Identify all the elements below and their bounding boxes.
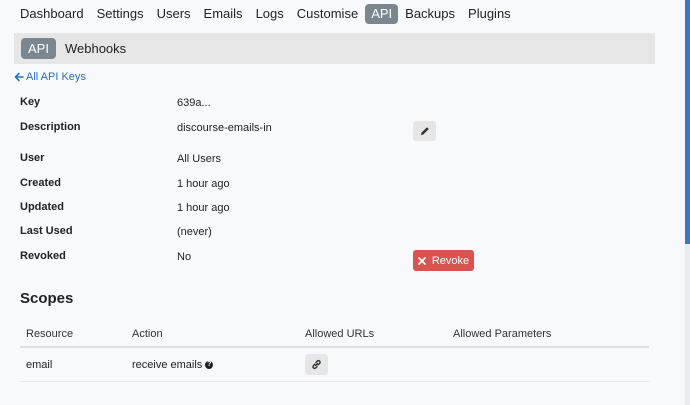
last-used-label: Last Used	[20, 225, 73, 237]
nav-emails[interactable]: Emails	[198, 4, 249, 24]
header-allowed-urls: Allowed URLs	[305, 328, 375, 340]
nav-settings[interactable]: Settings	[91, 4, 150, 24]
scrollbar-thumb[interactable]	[685, 0, 690, 244]
nav-logs[interactable]: Logs	[250, 4, 290, 24]
description-label: Description	[20, 121, 81, 133]
revoke-label: Revoke	[431, 254, 470, 267]
action-text: receive emails	[132, 359, 203, 371]
pencil-icon	[420, 127, 429, 135]
allowed-urls-button[interactable]	[305, 354, 328, 375]
sub-nav: API Webhooks	[14, 33, 655, 64]
revoke-button[interactable]: Revoke	[413, 250, 474, 271]
resource-cell: email	[26, 359, 53, 371]
link-icon	[312, 359, 321, 370]
scopes-heading: Scopes	[20, 290, 74, 307]
user-value: All Users	[177, 153, 222, 165]
key-label: Key	[20, 96, 41, 108]
created-label: Created	[20, 177, 61, 189]
scopes-table-header: Resource Action Allowed URLs Allowed Par…	[20, 322, 649, 348]
revoked-value: No	[177, 251, 192, 263]
nav-plugins[interactable]: Plugins	[462, 4, 517, 24]
nav-users[interactable]: Users	[151, 4, 197, 24]
nav-api[interactable]: API	[365, 4, 399, 24]
table-row: email receive emails?	[20, 348, 649, 382]
created-value: 1 hour ago	[177, 178, 230, 190]
back-link-label: All API Keys	[26, 71, 86, 83]
description-value: discourse-emails-in	[177, 122, 272, 134]
header-action: Action	[132, 328, 163, 340]
question-circle-icon[interactable]: ?	[205, 361, 214, 370]
back-to-api-keys-link[interactable]: All API Keys	[14, 71, 86, 83]
subnav-api[interactable]: API	[21, 38, 56, 59]
scrollbar[interactable]	[685, 0, 690, 405]
subnav-webhooks[interactable]: Webhooks	[58, 38, 133, 59]
edit-description-button[interactable]	[413, 121, 436, 141]
header-allowed-parameters: Allowed Parameters	[453, 328, 552, 340]
last-used-value: (never)	[177, 226, 212, 238]
nav-dashboard[interactable]: Dashboard	[14, 4, 90, 24]
nav-backups[interactable]: Backups	[399, 4, 461, 24]
scopes-table: Resource Action Allowed URLs Allowed Par…	[20, 322, 649, 382]
updated-label: Updated	[20, 201, 64, 213]
action-cell: receive emails?	[132, 359, 214, 371]
top-nav: Dashboard Settings Users Emails Logs Cus…	[14, 4, 518, 24]
key-value: 639a...	[177, 97, 211, 109]
times-icon	[417, 256, 426, 265]
user-label: User	[20, 152, 45, 164]
updated-value: 1 hour ago	[177, 202, 230, 214]
header-resource: Resource	[26, 328, 74, 340]
arrow-left-icon	[14, 72, 24, 82]
nav-customise[interactable]: Customise	[291, 4, 364, 24]
revoked-label: Revoked	[20, 250, 66, 262]
